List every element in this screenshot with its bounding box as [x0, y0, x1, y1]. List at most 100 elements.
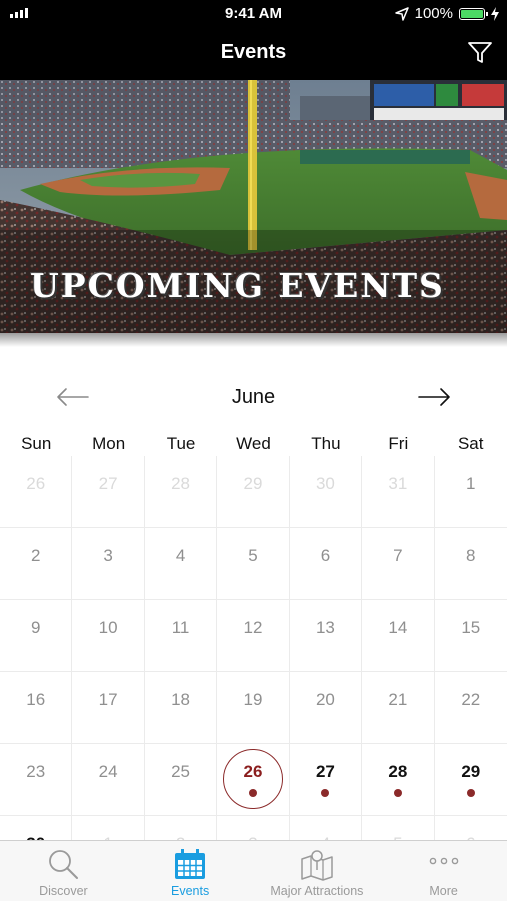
day-number: 4: [175, 546, 186, 565]
day-number: 6: [320, 546, 331, 565]
calendar-day: 29: [217, 456, 290, 528]
day-number: 5: [248, 546, 258, 565]
calendar-day[interactable]: 7: [362, 528, 435, 600]
day-number: 28: [171, 474, 191, 493]
day-number: 7: [393, 546, 403, 565]
day-number: 9: [30, 618, 41, 637]
tab-discover[interactable]: Discover: [0, 841, 127, 901]
calendar-day[interactable]: 13: [289, 600, 363, 672]
day-number: 29: [243, 474, 263, 493]
month-navigation: June: [0, 380, 507, 416]
calendar-day: 2: [145, 816, 218, 840]
calendar-day[interactable]: 23: [0, 744, 73, 816]
calendar-day[interactable]: 6: [289, 528, 363, 600]
battery-percent: 100%: [414, 5, 453, 22]
tab-bar: Discover Events Major Attractions More: [0, 840, 507, 901]
calendar-grid: 26 27 28 29 30 31 1 2 3 4 5 6 7 8 9 10 1…: [0, 456, 507, 840]
calendar-day[interactable]: 21: [362, 672, 435, 744]
calendar-day-event[interactable]: 27: [289, 744, 363, 816]
calendar-day[interactable]: 9: [0, 600, 73, 672]
calendar-day[interactable]: 5: [217, 528, 290, 600]
tab-label: Events: [171, 884, 210, 898]
arrow-right-icon[interactable]: [415, 382, 455, 412]
day-number: 22: [461, 690, 481, 709]
calendar-day[interactable]: 24: [72, 744, 145, 816]
calendar-icon: [175, 849, 206, 879]
day-number: 29: [461, 762, 481, 781]
calendar-day[interactable]: 2: [0, 528, 73, 600]
calendar-day[interactable]: 22: [434, 672, 507, 744]
weekday-label: Sun: [21, 434, 52, 453]
event-dot: [248, 789, 257, 797]
calendar-day[interactable]: 8: [434, 528, 507, 600]
navigation-bar: Events: [0, 28, 507, 80]
calendar-day-event[interactable]: 28: [362, 744, 435, 816]
weekday-label: Sat: [457, 434, 484, 453]
funnel-filter-icon[interactable]: [467, 40, 493, 66]
banner-shadow: [0, 333, 507, 347]
calendar-day[interactable]: 4: [144, 528, 218, 600]
more-dots-icon: [429, 857, 458, 865]
calendar-day: 26: [0, 456, 73, 528]
day-number: 31: [388, 474, 408, 493]
day-number: 27: [315, 762, 335, 781]
calendar-day[interactable]: 19: [217, 672, 290, 744]
day-number: 13: [315, 618, 335, 637]
calendar-day[interactable]: 1: [434, 456, 507, 528]
status-bar: 9:41 AM 100%: [0, 0, 507, 28]
calendar-day[interactable]: 17: [72, 672, 145, 744]
calendar-day: 4: [290, 816, 363, 840]
calendar-day-event[interactable]: 29: [434, 744, 507, 816]
day-number: 14: [388, 618, 408, 637]
calendar-day[interactable]: 20: [289, 672, 363, 744]
day-number: 26: [26, 474, 46, 493]
calendar-day: 3: [217, 816, 290, 840]
hero-title: UPCOMING EVENTS: [30, 266, 445, 305]
event-dot: [466, 789, 475, 797]
calendar-day-today[interactable]: 26: [217, 744, 290, 816]
calendar-day[interactable]: 16: [0, 672, 73, 744]
weekday-label: Thu: [311, 434, 341, 453]
hero-banner: UPCOMING EVENTS: [0, 80, 507, 333]
day-number: 28: [388, 762, 408, 781]
weekday-label: Tue: [166, 434, 196, 453]
calendar-day: 28: [144, 456, 218, 528]
day-number: 8: [466, 546, 476, 565]
day-number: 20: [315, 690, 335, 709]
calendar-day[interactable]: 30: [0, 816, 73, 840]
tab-label: Major Attractions: [270, 884, 364, 898]
day-number: 21: [388, 690, 408, 709]
calendar-day[interactable]: 12: [217, 600, 290, 672]
calendar-day: 27: [72, 456, 145, 528]
event-dot: [393, 789, 402, 797]
calendar-day: 31: [362, 456, 435, 528]
calendar-day[interactable]: 18: [144, 672, 218, 744]
day-number: 17: [98, 690, 118, 709]
magnifier-icon: [49, 850, 79, 879]
day-number: 16: [26, 690, 46, 709]
calendar-day[interactable]: 3: [72, 528, 145, 600]
map-pin-icon: [301, 850, 333, 881]
calendar-day[interactable]: 15: [434, 600, 507, 672]
day-number: 18: [171, 690, 191, 709]
event-dot: [321, 789, 330, 797]
weekday-label: Wed: [236, 434, 271, 453]
calendar-day[interactable]: 11: [144, 600, 218, 672]
day-number: 2: [30, 546, 41, 565]
tab-more[interactable]: More: [380, 841, 507, 901]
day-number: 3: [103, 546, 113, 565]
battery-icon: [459, 7, 488, 20]
weekday-label: Mon: [92, 434, 126, 453]
day-number: 27: [98, 474, 118, 493]
tab-events[interactable]: Events: [127, 841, 254, 901]
calendar-day: 6: [435, 816, 507, 840]
calendar-day[interactable]: 10: [72, 600, 145, 672]
day-number: 11: [171, 618, 190, 637]
location-arrow-icon: [394, 6, 409, 21]
calendar-day: 30: [289, 456, 363, 528]
tab-major-attractions[interactable]: Major Attractions: [254, 841, 381, 901]
tab-label: Discover: [39, 884, 88, 898]
calendar-day[interactable]: 25: [144, 744, 218, 816]
day-number: 24: [98, 762, 118, 781]
calendar-day[interactable]: 14: [362, 600, 435, 672]
